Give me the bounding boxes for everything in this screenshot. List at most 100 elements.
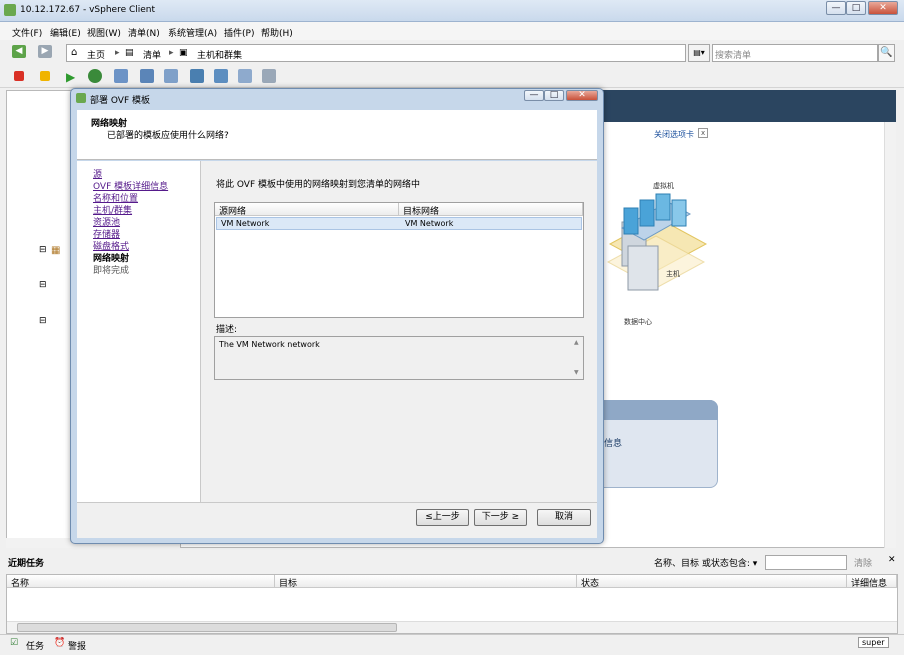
vsphere-app-icon	[4, 4, 16, 16]
cancel-button[interactable]: 取消	[537, 509, 591, 526]
reset-icon[interactable]	[88, 69, 102, 83]
vertical-scrollbar[interactable]	[884, 122, 896, 548]
table-row[interactable]: VM Network VM Network	[216, 217, 582, 230]
tasks-tab[interactable]: 任务	[26, 639, 44, 652]
snapshot-icon[interactable]	[164, 69, 178, 83]
info-label: 信息	[604, 439, 623, 449]
menu-file[interactable]: 文件(F)	[12, 26, 42, 39]
chevron-right-icon: ▸	[169, 48, 174, 58]
destination-network-select[interactable]: VM Network	[405, 219, 453, 228]
recent-tasks-title: 近期任务	[8, 559, 45, 569]
step-ready-to-complete: 即将完成	[93, 266, 130, 276]
dialog-footer: ≤上一步 下一步 ≥ 取消	[77, 502, 597, 538]
tree-expander[interactable]: ⊟	[39, 280, 47, 290]
content-header-bar	[590, 90, 896, 122]
column-header-destination-network[interactable]: 目标网络	[399, 203, 583, 217]
close-tab-x[interactable]: x	[698, 128, 709, 138]
search-scope-dropdown[interactable]: ▤▾	[688, 44, 710, 62]
tasks-icon: ☑	[10, 638, 19, 648]
column-header-name[interactable]: 名称	[7, 575, 275, 589]
scroll-up-icon[interactable]: ▲	[574, 339, 579, 346]
migrate-icon[interactable]	[214, 69, 228, 83]
vm-icon	[639, 199, 655, 227]
datacenter-label: 数据中心	[624, 317, 652, 326]
task-filter-input[interactable]	[765, 555, 847, 570]
vm-task-icon[interactable]	[140, 69, 154, 83]
column-header-source-network[interactable]: 源网络	[215, 203, 399, 217]
tasks-table: 名称 目标 状态 详细信息	[6, 574, 898, 634]
tools-icon[interactable]	[262, 69, 276, 83]
close-icon[interactable]: ✕	[888, 555, 896, 565]
step-subheading: 已部署的模板应使用什么网络?	[107, 131, 229, 141]
refresh-icon[interactable]	[114, 69, 128, 83]
power-off-icon[interactable]	[14, 71, 24, 81]
suspend-icon[interactable]	[40, 71, 50, 81]
chevron-right-icon: ▸	[115, 48, 120, 58]
window-title: 10.12.172.67 - vSphere Client	[20, 5, 156, 15]
description-text: The VM Network network	[219, 340, 320, 349]
scrollbar-thumb[interactable]	[17, 623, 397, 632]
dialog-title: 部署 OVF 模板	[90, 96, 150, 106]
close-tab-link[interactable]: 关闭选项卡	[654, 129, 694, 140]
power-on-icon[interactable]: ▶	[66, 70, 75, 84]
info-panel-header	[597, 400, 718, 420]
clear-button[interactable]: 清除	[854, 556, 872, 569]
search-icon[interactable]: 🔍	[878, 44, 895, 62]
description-box: The VM Network network ▲ ▼	[214, 336, 584, 380]
menu-edit[interactable]: 编辑(E)	[50, 26, 81, 39]
column-header-details[interactable]: 详细信息	[847, 575, 897, 589]
wizard-steps: 源 OVF 模板详细信息 名称和位置 主机/群集 资源池 存储器 磁盘格式 网络…	[77, 161, 201, 502]
description-label: 描述:	[216, 325, 238, 335]
home-icon: ⌂	[71, 47, 78, 58]
next-button[interactable]: 下一步 ≥	[474, 509, 527, 526]
back-arrow-icon[interactable]: ◀	[12, 45, 26, 58]
dialog-close-button[interactable]: ✕	[566, 90, 598, 101]
tasks-horizontal-scrollbar[interactable]	[7, 621, 897, 633]
source-network-cell: VM Network	[221, 219, 270, 228]
tree-expander[interactable]: ⊟	[39, 316, 47, 326]
inventory-icon: ▤	[125, 48, 134, 58]
breadcrumb-hosts-clusters[interactable]: 主机和群集	[197, 48, 242, 61]
vm-icon	[671, 199, 687, 227]
vm-icon	[623, 207, 639, 235]
menu-bar: 文件(F) 编辑(E) 视图(W) 清单(N) 系统管理(A) 插件(P) 帮助…	[0, 22, 904, 40]
network-mapping-table: 源网络 目标网络 VM Network VM Network	[214, 202, 584, 318]
datacenter-icon: ▦	[51, 245, 61, 256]
vm-icon	[655, 193, 671, 221]
dialog-minimize-button[interactable]: —	[524, 90, 544, 101]
dialog-icon	[76, 93, 86, 103]
host-label: 主机	[666, 269, 680, 278]
column-header-target[interactable]: 目标	[275, 575, 577, 589]
tree-expander[interactable]: ⊟	[39, 245, 47, 255]
status-bar: ☑ 任务 ⏰ 警报 super	[0, 634, 904, 655]
dialog-maximize-button[interactable]: □	[544, 90, 564, 101]
maximize-button[interactable]: □	[846, 1, 866, 15]
alarm-icon: ⏰	[54, 638, 66, 648]
forward-arrow-icon[interactable]: ▶	[38, 45, 52, 58]
menu-help[interactable]: 帮助(H)	[261, 26, 293, 39]
datacenter-diagram: 虚拟机 主机 数据中心	[606, 181, 708, 326]
menu-plugins[interactable]: 插件(P)	[224, 26, 254, 39]
scroll-down-icon[interactable]: ▼	[574, 369, 579, 376]
close-window-button[interactable]: ✕	[868, 1, 898, 15]
breadcrumb-home[interactable]: 主页	[87, 48, 105, 61]
vm-label: 虚拟机	[653, 181, 674, 190]
column-header-status[interactable]: 状态	[577, 575, 847, 589]
toolbar: ▶	[0, 66, 904, 88]
menu-administration[interactable]: 系统管理(A)	[168, 26, 217, 39]
mapping-instruction: 将此 OVF 模板中使用的网络映射到您清单的网络中	[216, 180, 420, 190]
filter-label[interactable]: 名称、目标 或状态包含: ▾	[654, 556, 757, 569]
menu-inventory[interactable]: 清单(N)	[128, 26, 160, 39]
breadcrumb-inventory[interactable]: 清单	[143, 48, 161, 61]
dialog-header: 网络映射 已部署的模板应使用什么网络?	[77, 110, 597, 160]
back-button[interactable]: ≤上一步	[416, 509, 469, 526]
minimize-button[interactable]: —	[826, 1, 846, 15]
alarms-tab[interactable]: 警报	[68, 639, 86, 652]
user-badge: super	[858, 637, 889, 648]
search-input[interactable]: 搜索清单	[712, 44, 878, 62]
window-title-bar: 10.12.172.67 - vSphere Client — □ ✕	[0, 0, 904, 22]
hosts-clusters-icon: ▣	[179, 48, 188, 58]
menu-view[interactable]: 视图(W)	[87, 26, 121, 39]
console-icon[interactable]	[190, 69, 204, 83]
edit-settings-icon[interactable]	[238, 69, 252, 83]
